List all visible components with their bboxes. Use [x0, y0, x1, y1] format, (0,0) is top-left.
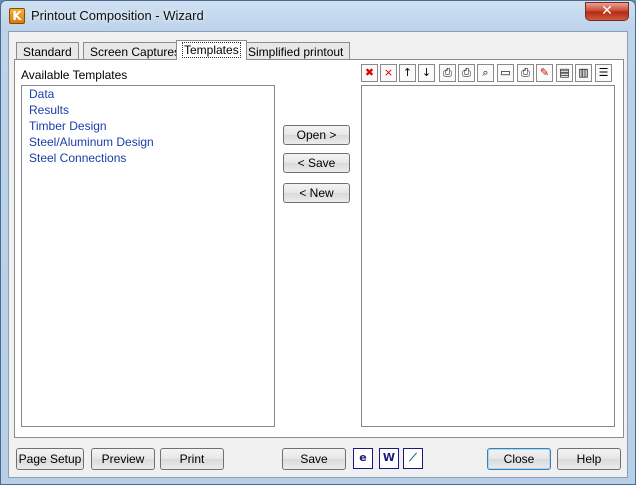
- list-item[interactable]: Steel/Aluminum Design: [22, 134, 274, 150]
- tab-screen-captures[interactable]: Screen Captures: [83, 42, 188, 60]
- preview-page-icon[interactable]: ⌕: [477, 64, 494, 82]
- templates-panel: Available Templates Data Results Timber …: [14, 59, 624, 438]
- close-button[interactable]: Close: [487, 448, 551, 470]
- word-export-icon[interactable]: W: [379, 448, 399, 469]
- help-button[interactable]: Help: [557, 448, 621, 470]
- dialog-body: Standard Screen Captures Templates Simpl…: [8, 31, 628, 478]
- tab-label: Screen Captures: [90, 45, 181, 59]
- title-bar[interactable]: K Printout Composition - Wizard ✕: [1, 1, 635, 31]
- tab-standard[interactable]: Standard: [16, 42, 79, 60]
- app-logo-icon: K: [9, 8, 25, 24]
- page-setup-icon[interactable]: ▭: [497, 64, 514, 82]
- save-template-icon[interactable]: ▤: [556, 64, 573, 82]
- save-as-icon[interactable]: ▥: [575, 64, 592, 82]
- save-button[interactable]: Save: [282, 448, 346, 470]
- list-item[interactable]: Steel Connections: [22, 150, 274, 166]
- print-icon[interactable]: ⎙: [517, 64, 534, 82]
- tab-templates[interactable]: Templates: [176, 40, 247, 60]
- chart-export-icon[interactable]: ⟋: [403, 448, 423, 469]
- page-setup-button[interactable]: Page Setup: [16, 448, 84, 470]
- tab-label: Standard: [23, 45, 72, 59]
- html-export-icon[interactable]: e: [353, 448, 373, 469]
- print-remove-icon[interactable]: ⎙: [458, 64, 475, 82]
- available-templates-label: Available Templates: [21, 68, 128, 82]
- move-down-icon[interactable]: ↓: [418, 64, 435, 82]
- delete-all-icon[interactable]: ⨯: [380, 64, 397, 82]
- available-templates-list[interactable]: Data Results Timber Design Steel/Aluminu…: [21, 85, 275, 427]
- properties-icon[interactable]: ☰: [595, 64, 612, 82]
- wizard-window: K Printout Composition - Wizard ✕ Standa…: [0, 0, 636, 485]
- tab-label: Templates: [182, 42, 241, 58]
- composition-list[interactable]: [361, 85, 615, 427]
- window-title: Printout Composition - Wizard: [31, 8, 204, 23]
- delete-icon[interactable]: ✖: [361, 64, 378, 82]
- preview-button[interactable]: Preview: [91, 448, 155, 470]
- new-template-button[interactable]: < New: [283, 183, 350, 203]
- list-item[interactable]: Data: [22, 86, 274, 102]
- print-button[interactable]: Print: [160, 448, 224, 470]
- tab-label: Simplified printout: [248, 45, 344, 59]
- print-settings-icon[interactable]: ⎙: [439, 64, 456, 82]
- tab-simplified-printout[interactable]: Simplified printout: [241, 42, 351, 60]
- window-close-button[interactable]: ✕: [585, 2, 629, 21]
- move-up-icon[interactable]: ↑: [399, 64, 416, 82]
- list-item[interactable]: Results: [22, 102, 274, 118]
- edit-icon[interactable]: ✎: [536, 64, 553, 82]
- open-button[interactable]: Open >: [283, 125, 350, 145]
- save-template-button[interactable]: < Save: [283, 153, 350, 173]
- list-item[interactable]: Timber Design: [22, 118, 274, 134]
